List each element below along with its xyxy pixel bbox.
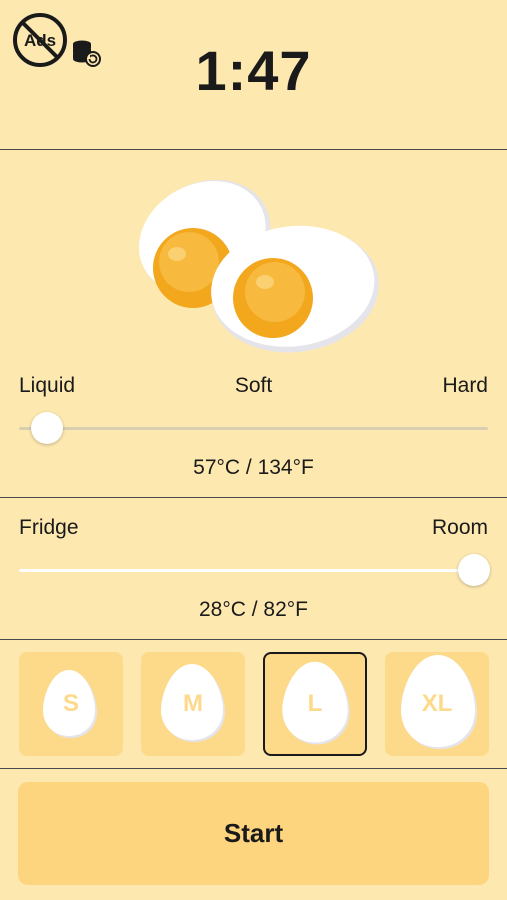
divider <box>0 497 507 498</box>
size-button-xl[interactable]: XL <box>385 652 489 756</box>
size-label-xl: XL <box>421 690 453 717</box>
size-label-m: M <box>183 690 203 717</box>
size-label-s: S <box>62 690 79 717</box>
start-button[interactable]: Start <box>18 782 489 885</box>
start-temp-slider-fill <box>19 569 474 572</box>
divider <box>0 149 507 150</box>
start-temperature: 28°C / 82°F <box>198 598 308 621</box>
divider <box>0 768 507 769</box>
start-temp-label-room: Room <box>431 516 488 539</box>
start-temp-label-fridge: Fridge <box>19 516 79 539</box>
doneness-temperature: 57°C / 134°F <box>193 456 314 479</box>
size-button-l[interactable]: L <box>263 652 367 756</box>
doneness-label-soft: Soft <box>234 374 273 397</box>
size-button-s[interactable]: S <box>19 652 123 756</box>
divider <box>0 639 507 640</box>
size-label-l: L <box>307 690 323 717</box>
start-temp-slider-thumb[interactable] <box>457 554 490 586</box>
boiled-egg-illustration <box>138 179 379 353</box>
doneness-label-hard: Hard <box>442 374 488 397</box>
size-button-m[interactable]: M <box>141 652 245 756</box>
doneness-slider-thumb[interactable] <box>31 412 64 444</box>
doneness-slider-track[interactable] <box>19 427 488 430</box>
countdown-timer: 1:47 <box>195 39 312 102</box>
